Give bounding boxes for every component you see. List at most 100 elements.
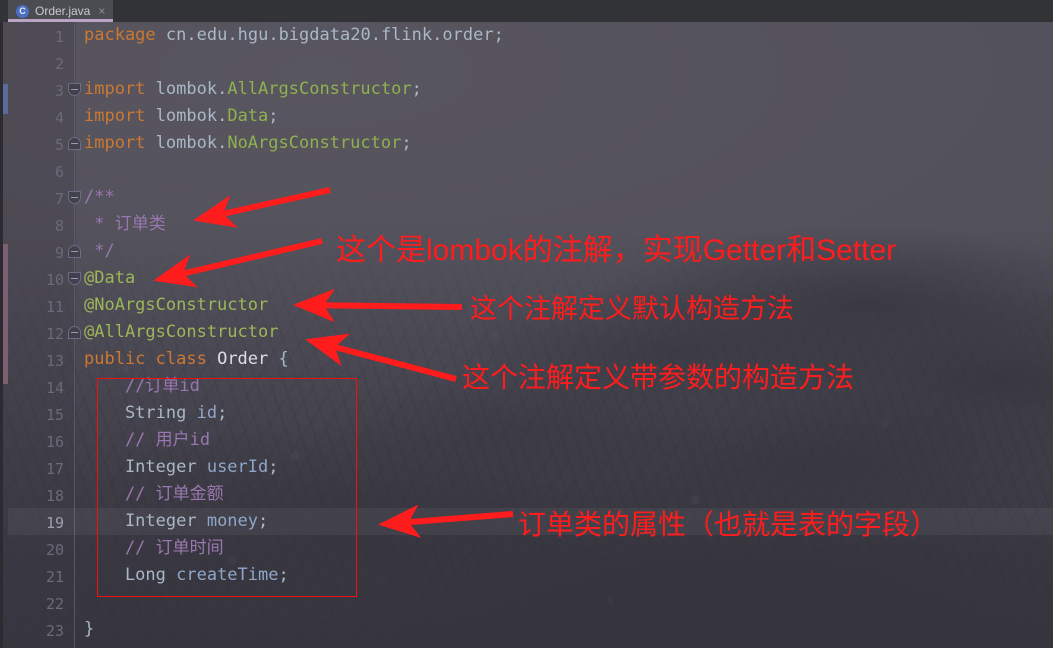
code-token: . — [370, 25, 381, 45]
code-token: bigdata20 — [278, 25, 371, 45]
tab-order-java[interactable]: C Order.java × — [8, 0, 114, 22]
code-token: . — [217, 79, 228, 99]
code-line-8[interactable]: * 订单类 — [84, 211, 166, 238]
code-token: import — [84, 106, 156, 126]
code-token: hgu — [237, 25, 269, 45]
code-token: @NoArgsConstructor — [84, 295, 269, 315]
code-line-3[interactable]: import lombok.AllArgsConstructor; — [84, 76, 422, 103]
code-fold-toggle-icon[interactable] — [68, 245, 81, 258]
java-class-icon: C — [16, 4, 29, 18]
code-fold-toggle-icon[interactable] — [68, 326, 81, 339]
code-line-15[interactable]: String id; — [84, 400, 227, 427]
code-editor-area[interactable]: package cn.edu.hgu.bigdata20.flink.order… — [84, 22, 1044, 648]
code-token: ; — [268, 457, 279, 477]
code-token: AllArgsConstructor — [227, 79, 412, 99]
code-token: import — [84, 133, 156, 153]
fold-minus-glyph — [71, 332, 78, 333]
code-token: } — [84, 619, 95, 639]
line-number-5: 5 — [54, 136, 64, 154]
code-fold-toggle-icon[interactable] — [68, 83, 81, 96]
line-number-17: 17 — [45, 460, 64, 478]
code-token: lombok — [155, 79, 218, 99]
code-token: package — [84, 25, 166, 45]
code-token: . — [217, 133, 228, 153]
fold-minus-glyph — [71, 143, 78, 144]
code-token: Integer — [84, 457, 207, 477]
line-number-14: 14 — [45, 379, 64, 397]
line-number-23: 23 — [45, 622, 64, 640]
code-token: . — [432, 25, 443, 45]
code-token: lombok — [155, 106, 218, 126]
code-line-10[interactable]: @Data — [84, 265, 135, 292]
code-token: id — [196, 403, 218, 423]
code-token: // 订单时间 — [84, 538, 224, 558]
code-token: ; — [258, 511, 269, 531]
line-number-10: 10 — [45, 271, 64, 289]
tab-label: Order.java — [35, 4, 91, 18]
code-line-5[interactable]: import lombok.NoArgsConstructor; — [84, 130, 412, 157]
code-line-13[interactable]: public class Order { — [84, 346, 289, 373]
close-icon[interactable]: × — [98, 4, 105, 18]
line-number-6: 6 — [54, 163, 64, 181]
code-token: ; — [217, 403, 228, 423]
code-line-17[interactable]: Integer userId; — [84, 454, 279, 481]
code-token: . — [217, 106, 228, 126]
code-line-16[interactable]: // 用户id — [84, 427, 210, 454]
line-number-4: 4 — [54, 109, 64, 127]
code-fold-toggle-icon[interactable] — [68, 137, 81, 150]
line-number-3: 3 — [54, 82, 64, 100]
line-number-18: 18 — [45, 487, 64, 505]
code-fold-toggle-icon[interactable] — [68, 191, 81, 204]
code-line-1[interactable]: package cn.edu.hgu.bigdata20.flink.order… — [84, 22, 504, 49]
editor-tab-bar: C Order.java × — [0, 0, 1053, 22]
code-line-11[interactable]: @NoArgsConstructor — [84, 292, 268, 319]
code-token: cn — [165, 25, 187, 45]
line-number-22: 22 — [45, 595, 64, 613]
code-token: edu — [196, 25, 228, 45]
code-token: ; — [411, 79, 422, 99]
code-token: ; — [493, 25, 504, 45]
code-token: . — [268, 25, 279, 45]
line-number-2: 2 — [54, 55, 64, 73]
code-token: Integer — [84, 511, 207, 531]
code-line-21[interactable]: Long createTime; — [84, 562, 289, 589]
code-line-18[interactable]: // 订单金额 — [84, 481, 224, 508]
line-number-12: 12 — [45, 325, 64, 343]
line-number-8: 8 — [54, 217, 64, 235]
code-token: Long — [84, 565, 177, 585]
code-token: // 用户id — [84, 430, 211, 450]
line-number-20: 20 — [45, 541, 64, 559]
line-number-21: 21 — [45, 568, 64, 586]
code-token: lombok — [155, 133, 218, 153]
code-line-23[interactable]: } — [84, 616, 94, 643]
fold-minus-glyph — [71, 251, 78, 252]
line-number-7: 7 — [54, 190, 64, 208]
code-token: String — [84, 403, 197, 423]
code-token: flink — [380, 25, 433, 45]
code-fold-toggle-icon[interactable] — [68, 272, 81, 285]
code-token: Data — [227, 106, 269, 126]
code-token: . — [186, 25, 197, 45]
fold-minus-glyph — [71, 89, 78, 90]
code-line-14[interactable]: //订单id — [84, 373, 200, 400]
code-token: @Data — [84, 268, 136, 288]
line-number-9: 9 — [54, 244, 64, 262]
code-token: // 订单金额 — [84, 484, 224, 504]
code-line-9[interactable]: */ — [84, 238, 114, 265]
code-token: money — [206, 511, 259, 531]
ide-window: C Order.java × 1 2 3 4 5 6 7 8 9 10 11 12 13 14 15 16 17… — [0, 0, 1053, 648]
code-token: * 订单类 — [84, 214, 166, 234]
line-number-15: 15 — [45, 406, 64, 424]
code-line-20[interactable]: // 订单时间 — [84, 535, 224, 562]
code-token: public — [84, 349, 156, 369]
code-token: order — [442, 25, 494, 45]
code-token: userId — [206, 457, 269, 477]
code-token: { — [268, 349, 289, 369]
code-line-19[interactable]: Integer money; — [84, 508, 268, 535]
code-token: createTime — [176, 565, 279, 585]
code-line-4[interactable]: import lombok.Data; — [84, 103, 279, 130]
code-line-7[interactable]: /** — [84, 184, 115, 211]
code-token: ; — [401, 133, 412, 153]
code-line-12[interactable]: @AllArgsConstructor — [84, 319, 278, 346]
editor-gutter[interactable]: 1 2 3 4 5 6 7 8 9 10 11 12 13 14 15 16 17 18 19 20 21 22 23 — [0, 22, 76, 648]
